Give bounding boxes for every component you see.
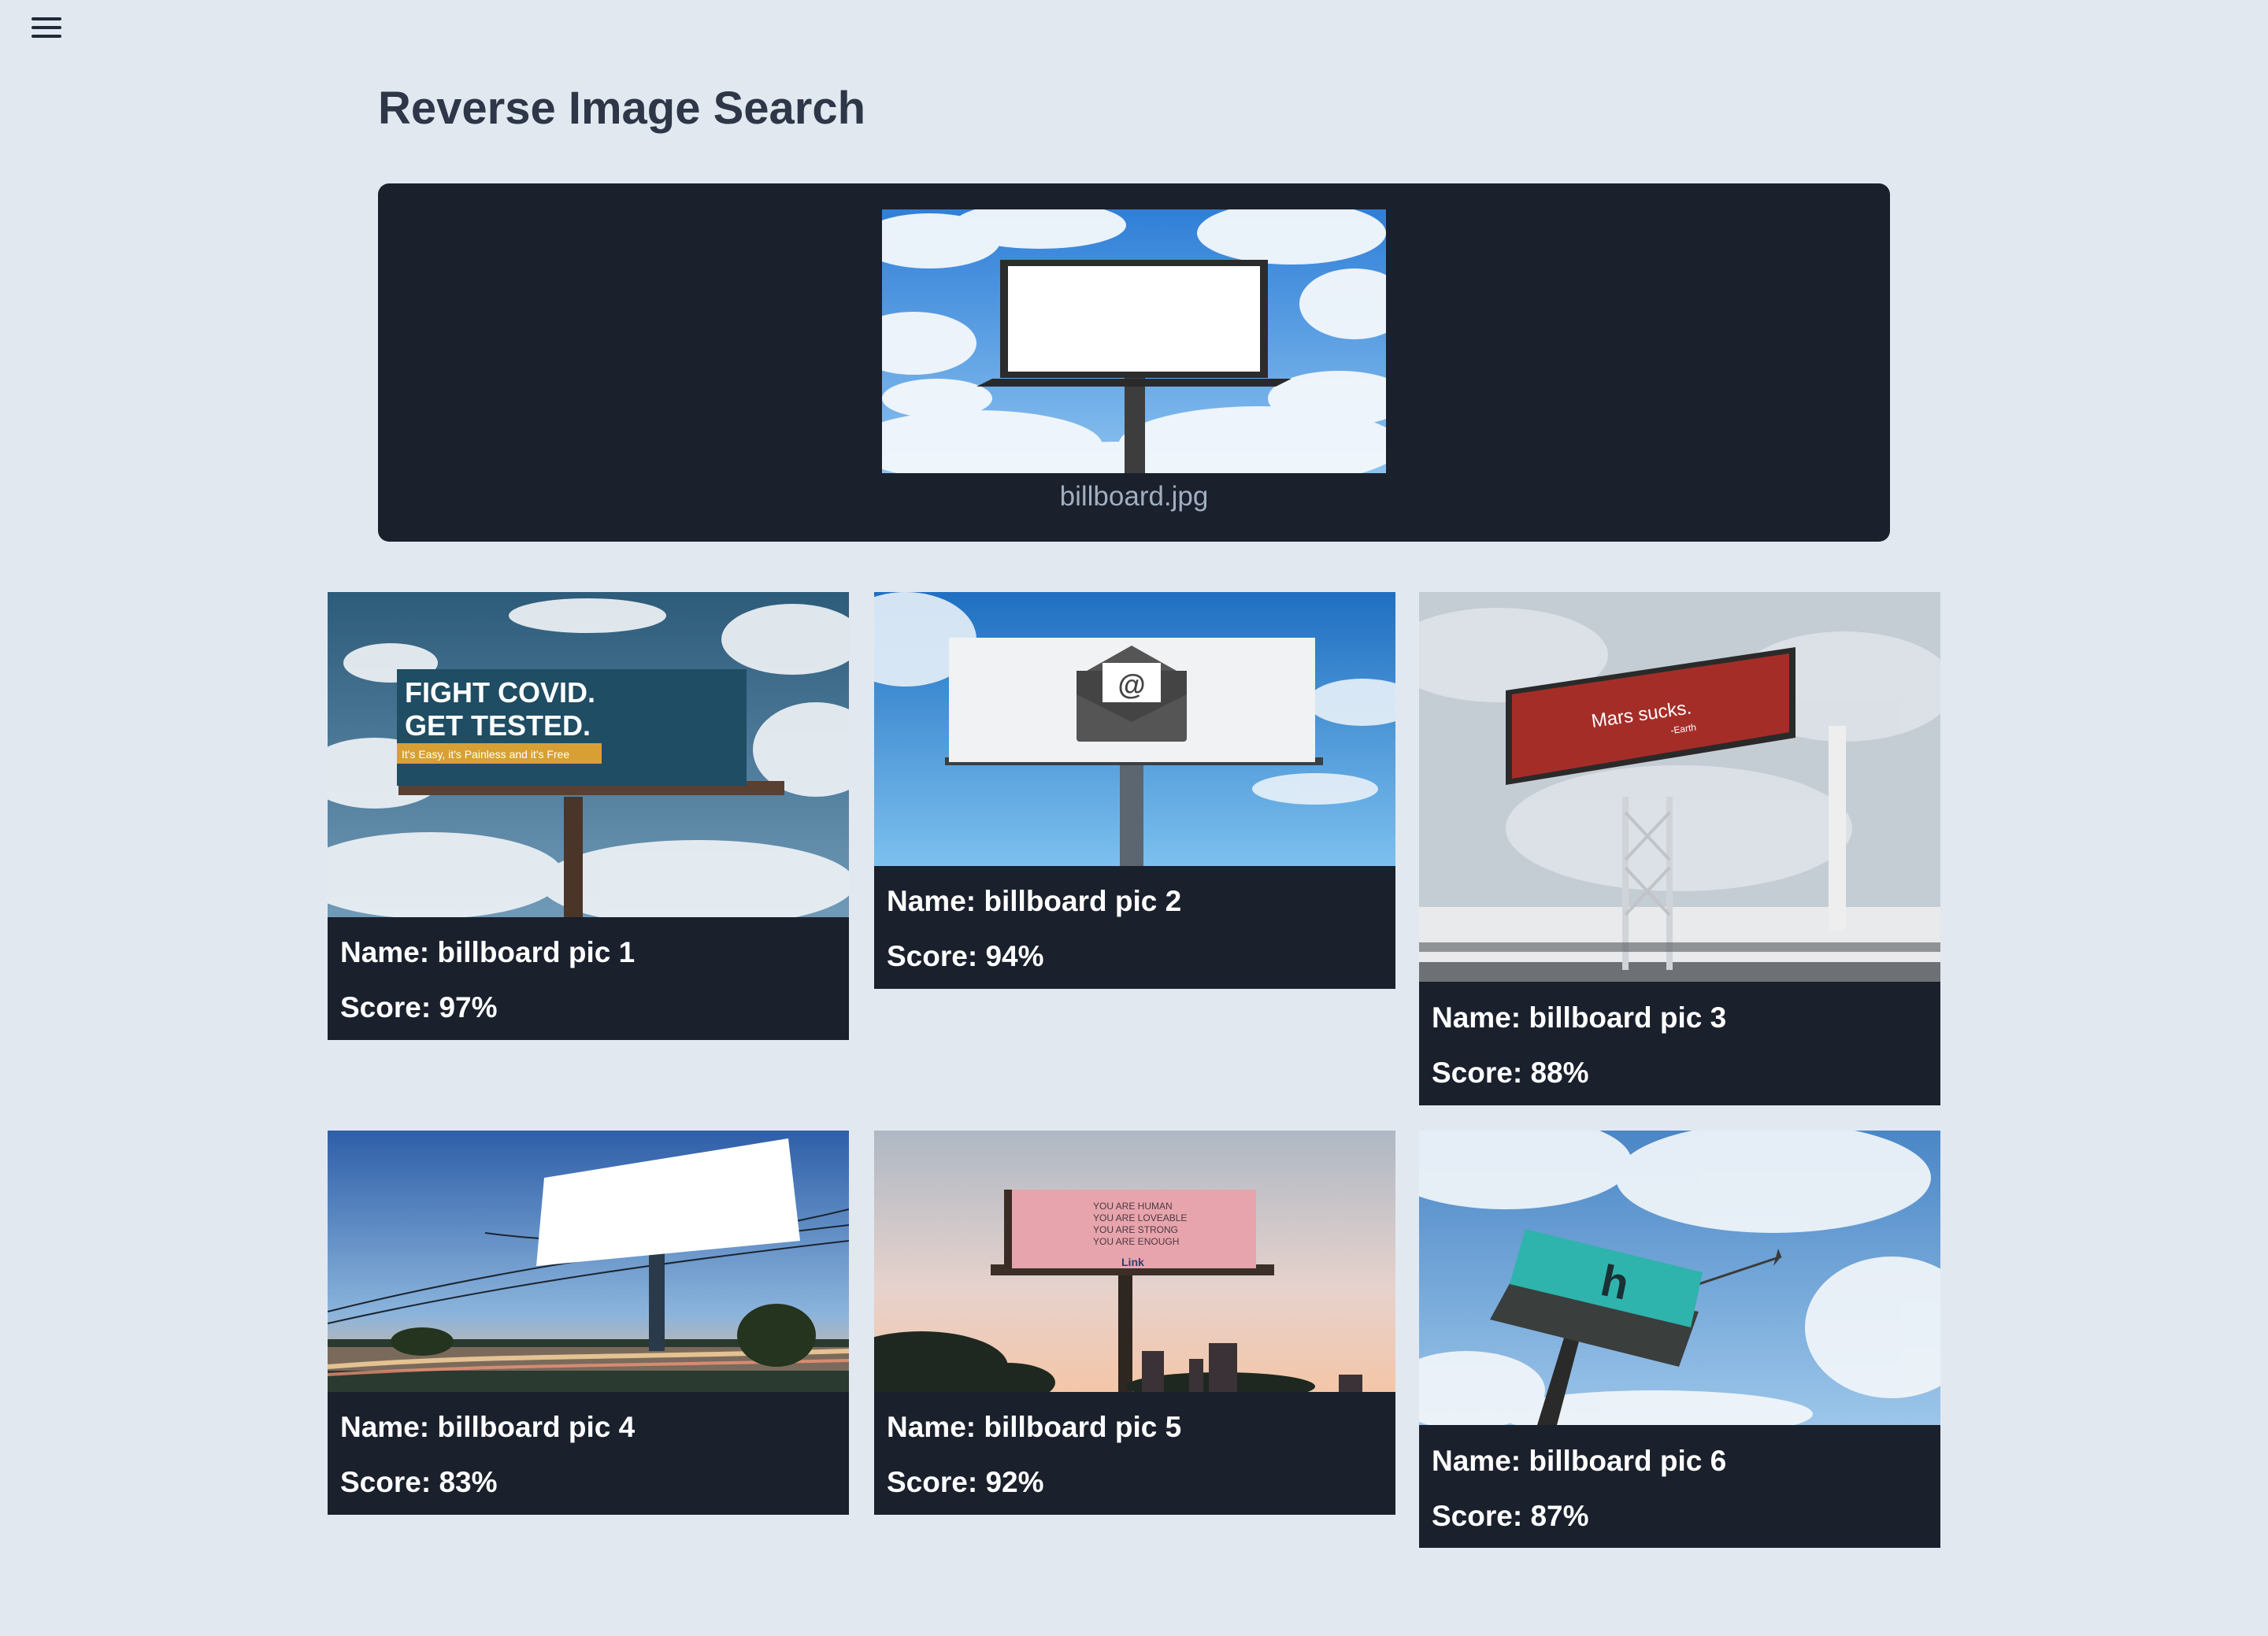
result-info: Name: billboard pic 6 Score: 87%: [1432, 1434, 1726, 1544]
query-image-panel: billboard.jpg: [378, 183, 1890, 542]
result-image: @: [874, 592, 1395, 866]
billboard-text: GET TESTED.: [405, 709, 591, 742]
result-card[interactable]: h Name: billboard pic 6 Score: 87%: [1419, 1131, 1940, 1548]
result-name: Name: billboard pic 5: [887, 1411, 1182, 1443]
result-name: Name: billboard pic 1: [340, 936, 636, 968]
result-name: Name: billboard pic 6: [1432, 1445, 1727, 1477]
page-title: Reverse Image Search: [378, 83, 866, 134]
result-info: Name: billboard pic 5 Score: 92%: [887, 1400, 1181, 1510]
query-image[interactable]: [882, 209, 1386, 473]
billboard-text: YOU ARE HUMAN: [1093, 1201, 1173, 1212]
result-score: Score: 83%: [340, 1466, 498, 1498]
result-image: FIGHT COVID. GET TESTED. It's Easy, it's…: [328, 592, 849, 917]
result-score: Score: 94%: [887, 940, 1044, 972]
billboard-text: Link: [1121, 1256, 1144, 1268]
result-card[interactable]: @ Name: billboard pic 2 Score: 94%: [874, 592, 1395, 989]
result-card[interactable]: Mars sucks. -Earth Name: billboard pic 3…: [1419, 592, 1940, 1105]
result-name: Name: billboard pic 3: [1432, 1001, 1727, 1034]
hamburger-menu-icon[interactable]: [32, 17, 63, 39]
result-score: Score: 97%: [340, 991, 498, 1023]
billboard-text: FIGHT COVID.: [405, 676, 595, 709]
billboard-text: YOU ARE LOVEABLE: [1093, 1212, 1187, 1223]
result-image: Mars sucks. -Earth: [1419, 592, 1940, 982]
result-score: Score: 87%: [1432, 1500, 1589, 1532]
billboard-text: YOU ARE ENOUGH: [1093, 1236, 1179, 1247]
result-image: YOU ARE HUMAN YOU ARE LOVEABLE YOU ARE S…: [874, 1131, 1395, 1392]
result-image: h: [1419, 1131, 1940, 1425]
result-image: [328, 1131, 849, 1392]
result-info: Name: billboard pic 4 Score: 83%: [340, 1400, 635, 1510]
result-name: Name: billboard pic 4: [340, 1411, 636, 1443]
result-score: Score: 92%: [887, 1466, 1044, 1498]
billboard-text: YOU ARE STRONG: [1093, 1224, 1178, 1235]
result-info: Name: billboard pic 2 Score: 94%: [887, 874, 1181, 984]
at-sign-icon: @: [1117, 668, 1145, 701]
billboard-text: It's Easy, it's Painless and it's Free: [402, 748, 569, 761]
result-name: Name: billboard pic 2: [887, 885, 1182, 917]
result-card[interactable]: FIGHT COVID. GET TESTED. It's Easy, it's…: [328, 592, 849, 1040]
result-info: Name: billboard pic 1 Score: 97%: [340, 925, 635, 1035]
query-filename: billboard.jpg: [1059, 481, 1209, 512]
result-card[interactable]: YOU ARE HUMAN YOU ARE LOVEABLE YOU ARE S…: [874, 1131, 1395, 1515]
result-card[interactable]: Name: billboard pic 4 Score: 83%: [328, 1131, 849, 1515]
result-score: Score: 88%: [1432, 1057, 1589, 1089]
result-info: Name: billboard pic 3 Score: 88%: [1432, 990, 1726, 1101]
